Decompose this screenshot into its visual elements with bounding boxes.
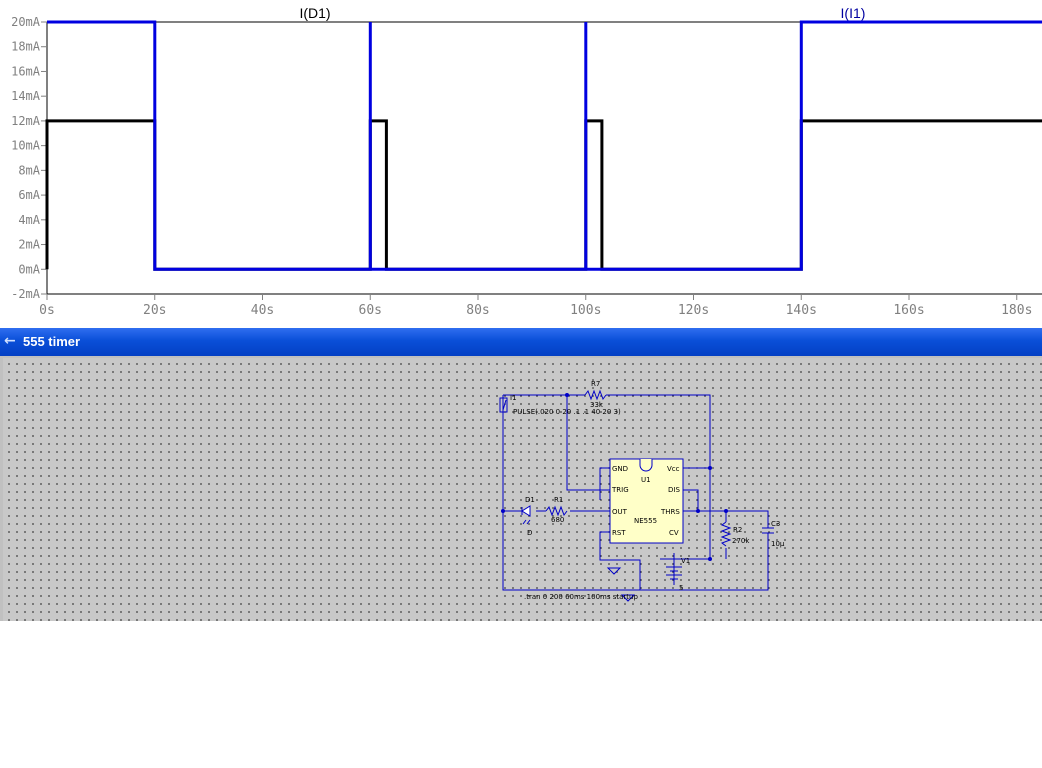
label-r1-value: 680 [551, 516, 564, 524]
label-r1: R1 [554, 496, 563, 504]
schematic-titlebar[interactable]: ← 555 timer [0, 328, 1042, 356]
pin-trig: TRIG [611, 486, 629, 494]
y-tick-label: 8mA [18, 163, 40, 177]
x-tick-label: 80s [466, 303, 489, 318]
pin-gnd: GND [612, 465, 628, 473]
ltspice-schematic-icon: ← [4, 333, 16, 349]
label-r7-value: 33k [590, 401, 604, 409]
label-chip: NE555 [634, 517, 657, 525]
label-d1: D1 [525, 496, 535, 504]
wire-gnd [599, 467, 610, 500]
y-tick-label: 20mA [11, 15, 41, 29]
x-tick-label: 120s [678, 303, 709, 318]
pin-cv: CV [669, 529, 679, 537]
y-tick-label: 10mA [11, 139, 41, 153]
pin-vcc: Vcc [667, 465, 680, 473]
window-title: 555 timer [23, 334, 81, 349]
pin-thrs: THRS [660, 508, 680, 516]
trace-label-i1[interactable]: I(I1) [841, 5, 866, 21]
plot-axes: -2mA 0mA 2mA 4mA 6mA 8mA 10mA 12mA 14mA 16mA 18mA 2… [11, 15, 1042, 318]
resistor-r7[interactable] [584, 389, 607, 401]
x-tick-label: 20s [143, 303, 166, 318]
pin-out: OUT [612, 508, 628, 516]
label-i1: I1 [510, 394, 517, 402]
wire-top [503, 394, 711, 468]
label-v1: V1 [681, 557, 690, 565]
x-tick-label: 160s [893, 303, 924, 318]
label-u1: U1 [641, 476, 651, 484]
y-tick-label: 12mA [11, 114, 41, 128]
y-tick-label: 6mA [18, 188, 40, 202]
led-d1[interactable] [521, 505, 531, 525]
label-v1-value: 5 [679, 584, 683, 592]
ground-symbol-1 [606, 567, 622, 575]
plot-traces [45, 20, 1042, 271]
y-tick-label: 18mA [11, 40, 41, 54]
label-r7: R7 [591, 380, 600, 388]
x-tick-label: 100s [570, 303, 601, 318]
trace-ii1[interactable] [47, 20, 1042, 271]
y-tick-label: 2mA [18, 238, 40, 252]
schematic-canvas[interactable]: I1 PULSE(.020 0 20 .1 .1 40 20 3) R7 33k… [3, 358, 1042, 621]
y-tick-label: 0mA [18, 262, 40, 276]
label-c3: C3 [771, 520, 780, 528]
pin-dis: DIS [668, 486, 680, 494]
resistor-r2[interactable] [720, 521, 732, 547]
x-tick-label: 180s [1001, 303, 1032, 318]
x-tick-label: 0s [39, 303, 55, 318]
label-c3-value: 10µ [771, 540, 785, 548]
resistor-r1[interactable] [545, 505, 568, 517]
schematic-window[interactable]: ← 555 timer I1 PULSE(.020 0 20 .1 .1 40 … [0, 328, 1042, 621]
pin-rst: RST [612, 529, 626, 537]
x-tick-label: 40s [251, 303, 274, 318]
schematic-drawing: I1 PULSE(.020 0 20 .1 .1 40 20 3) R7 33k… [499, 380, 785, 602]
waveform-plot-pane[interactable]: I(D1) I(I1) -2mA 0mA 2mA 4mA 6mA 8mA 10mA 12mA 1… [0, 0, 1042, 322]
y-tick-label: 16mA [11, 64, 41, 78]
wire-v1 [660, 553, 675, 585]
x-tick-label: 60s [359, 303, 382, 318]
spice-directive-tran[interactable]: .tran 0 200 60ms 100ms startup [524, 593, 638, 601]
label-d: D [527, 529, 532, 537]
y-tick-label: 4mA [18, 213, 40, 227]
label-r2-value: 270k [732, 537, 750, 545]
y-tick-label: 14mA [11, 89, 41, 103]
trace-label-d1[interactable]: I(D1) [299, 5, 330, 21]
y-tick-label: -2mA [11, 287, 41, 301]
trace-id1[interactable] [45, 119, 1042, 271]
label-pulse[interactable]: PULSE(.020 0 20 .1 .1 40 20 3) [513, 408, 621, 416]
label-r2: R2 [733, 526, 742, 534]
waveform-plot[interactable]: I(D1) I(I1) -2mA 0mA 2mA 4mA 6mA 8mA 10mA 12mA 1… [0, 0, 1042, 322]
x-tick-label: 140s [786, 303, 817, 318]
